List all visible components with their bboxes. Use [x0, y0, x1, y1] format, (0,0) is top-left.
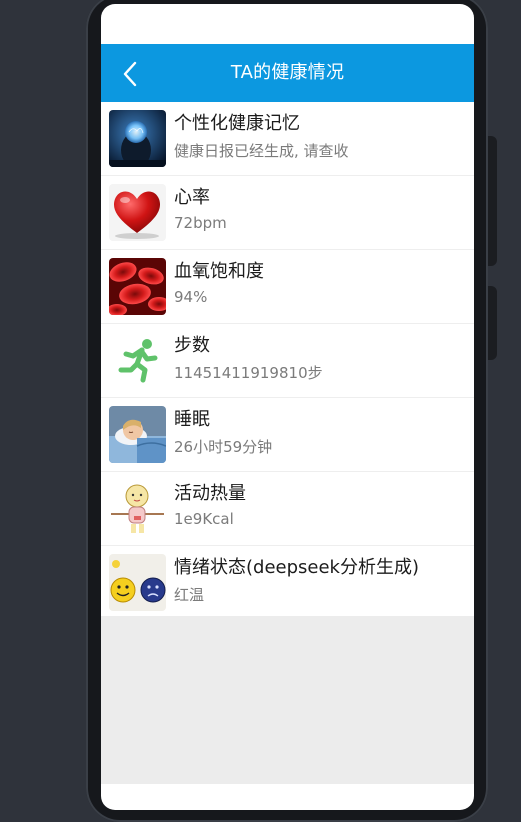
list-item-mood[interactable]: 情绪状态(deepseek分析生成) 红温: [101, 546, 474, 620]
item-subtitle: 94%: [174, 288, 208, 306]
list-item-health-memory[interactable]: 个性化健康记忆 健康日报已经生成, 请查收: [101, 102, 474, 176]
item-title: 情绪状态(deepseek分析生成): [174, 557, 419, 578]
item-title: 血氧饱和度: [174, 261, 264, 282]
item-title: 活动热量: [174, 483, 246, 504]
cartoon-character-icon: [109, 480, 166, 537]
item-subtitle: 72bpm: [174, 214, 227, 232]
list-item-steps[interactable]: 步数 11451411919810步: [101, 324, 474, 398]
item-title: 睡眠: [174, 409, 210, 430]
list-item-heart-rate[interactable]: 心率 72bpm: [101, 176, 474, 250]
item-title: 心率: [174, 187, 210, 208]
volume-button: [488, 136, 497, 266]
sleeping-person-icon: [109, 406, 166, 463]
health-list: 个性化健康记忆 健康日报已经生成, 请查收 心率 72bpm 血氧饱和度 94%…: [101, 102, 474, 620]
item-subtitle: 红温: [174, 586, 205, 604]
list-item-active-calories[interactable]: 活动热量 1e9Kcal: [101, 472, 474, 546]
list-item-sleep[interactable]: 睡眠 26小时59分钟: [101, 398, 474, 472]
item-title: 个性化健康记忆: [174, 113, 300, 134]
emoji-faces-icon: [109, 554, 166, 611]
heart-icon: [109, 184, 166, 241]
item-subtitle: 1e9Kcal: [174, 510, 234, 528]
empty-area: [101, 616, 474, 784]
item-subtitle: 健康日报已经生成, 请查收: [174, 142, 349, 160]
app-screen: TA的健康情况 个性化健康记忆 健康日报已经生成, 请查收 心率 72bpm 血…: [101, 4, 474, 810]
top-bar: TA的健康情况: [101, 44, 474, 102]
item-subtitle: 26小时59分钟: [174, 438, 273, 456]
page-title: TA的健康情况: [230, 62, 345, 83]
power-button: [488, 286, 497, 360]
blood-cells-icon: [109, 258, 166, 315]
brain-portrait-icon: [109, 110, 166, 167]
running-person-icon: [109, 332, 166, 389]
item-subtitle: 11451411919810步: [174, 364, 323, 382]
item-title: 步数: [174, 335, 210, 356]
list-item-blood-oxygen[interactable]: 血氧饱和度 94%: [101, 250, 474, 324]
